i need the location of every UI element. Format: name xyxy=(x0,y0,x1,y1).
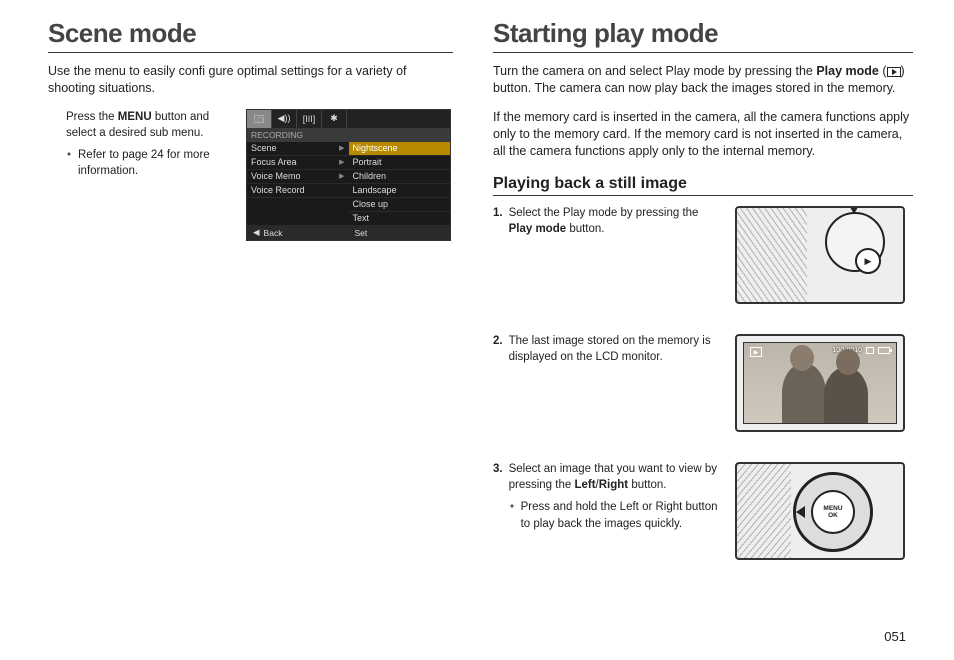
menu-body: Scene▶ Focus Area▶ Voice Memo▶ Voice Rec… xyxy=(247,142,450,226)
menu-left-col: Scene▶ Focus Area▶ Voice Memo▶ Voice Rec… xyxy=(247,142,349,226)
submenu-children: Children xyxy=(349,170,451,184)
refer-note: Refer to page 24 for more information. xyxy=(66,147,234,179)
step-2-body: The last image stored on the memory is d… xyxy=(509,334,723,432)
chevron-right-icon: ▶ xyxy=(339,144,344,152)
play-mode-icon: ▶ xyxy=(750,347,762,357)
step-1-row: 1. Select the Play mode by pressing the … xyxy=(493,206,913,304)
menu-right-col: Nightscene Portrait Children Landscape C… xyxy=(349,142,451,226)
chevron-right-icon: ▶ xyxy=(339,158,344,166)
submenu-portrait: Portrait xyxy=(349,156,451,170)
step-2-num: 2. xyxy=(493,334,503,432)
chevron-right-icon: ▶ xyxy=(339,172,344,180)
step-1-num: 1. xyxy=(493,206,503,304)
step-2-text: 2. The last image stored on the memory i… xyxy=(493,334,723,432)
left-arrow-icon xyxy=(796,506,805,518)
step-3-illustration: MENUOK xyxy=(735,462,905,560)
step-1-text: 1. Select the Play mode by pressing the … xyxy=(493,206,723,304)
menu-set: Set xyxy=(349,226,451,240)
instr-pre: Press the xyxy=(66,111,118,123)
step-1-illustration: ▶ xyxy=(735,206,905,304)
play-mode-icon xyxy=(887,67,901,77)
left-column: Scene mode Use the menu to easily confi … xyxy=(48,18,453,640)
menu-bold: MENU xyxy=(118,111,152,123)
step-3-body: Select an image that you want to view by… xyxy=(509,462,723,560)
menu-footer: ◀Back Set xyxy=(247,226,450,240)
menu-section-label: RECORDING xyxy=(247,128,450,142)
play-button-icon: ▶ xyxy=(855,248,881,274)
lcd-screen: ▶ 100-0010 xyxy=(743,342,897,424)
submenu-landscape: Landscape xyxy=(349,184,451,198)
submenu-closeup: Close up xyxy=(349,198,451,212)
menu-tab-display-icon: [III] xyxy=(297,110,322,128)
step-2-row: 2. The last image stored on the memory i… xyxy=(493,334,913,432)
menu-tab-setup-icon: ✱ xyxy=(322,110,347,128)
playback-still-subheading: Playing back a still image xyxy=(493,175,913,196)
scene-mode-heading: Scene mode xyxy=(48,18,453,53)
step-3-note: Press and hold the Left or Right button … xyxy=(509,499,723,531)
down-arrow-icon xyxy=(847,206,861,214)
card-icon xyxy=(866,347,874,354)
step-3-num: 3. xyxy=(493,462,503,560)
menu-instruction: Press the MENU button and select a desir… xyxy=(66,109,234,141)
menu-item-voice-memo: Voice Memo▶ xyxy=(247,170,349,184)
page-number: 051 xyxy=(884,629,906,644)
menu-tabs: ◀)) [III] ✱ xyxy=(247,110,450,128)
scene-mode-intro: Use the menu to easily confi gure optima… xyxy=(48,63,453,97)
step-3-text: 3. Select an image that you want to view… xyxy=(493,462,723,560)
step-3-row: 3. Select an image that you want to view… xyxy=(493,462,913,560)
step-2-illustration: ▶ 100-0010 xyxy=(735,334,905,432)
left-inner-row: Press the MENU button and select a desir… xyxy=(48,109,453,241)
menu-item-voice-record: Voice Record xyxy=(247,184,349,198)
menu-instruction-block: Press the MENU button and select a desir… xyxy=(66,109,234,241)
menu-back: ◀Back xyxy=(247,226,349,240)
right-column: Starting play mode Turn the camera on an… xyxy=(493,18,913,640)
page-columns: Scene mode Use the menu to easily confi … xyxy=(48,18,914,640)
play-mode-intro-1: Turn the camera on and select Play mode … xyxy=(493,63,913,97)
play-mode-heading: Starting play mode xyxy=(493,18,913,53)
menu-tab-sound-icon: ◀)) xyxy=(272,110,297,128)
battery-icon xyxy=(878,347,890,354)
camera-menu-mock: ◀)) [III] ✱ RECORDING Scene▶ Focus Area▶… xyxy=(246,109,451,241)
chevron-left-icon: ◀ xyxy=(253,227,260,238)
submenu-nightscene: Nightscene xyxy=(349,142,451,156)
menu-empty xyxy=(247,198,349,226)
submenu-text: Text xyxy=(349,212,451,226)
menu-tab-camera-icon xyxy=(247,110,272,128)
play-mode-intro-2: If the memory card is inserted in the ca… xyxy=(493,109,913,160)
menu-item-focus-area: Focus Area▶ xyxy=(247,156,349,170)
menu-item-scene: Scene▶ xyxy=(247,142,349,156)
step-1-body: Select the Play mode by pressing the Pla… xyxy=(509,206,723,304)
